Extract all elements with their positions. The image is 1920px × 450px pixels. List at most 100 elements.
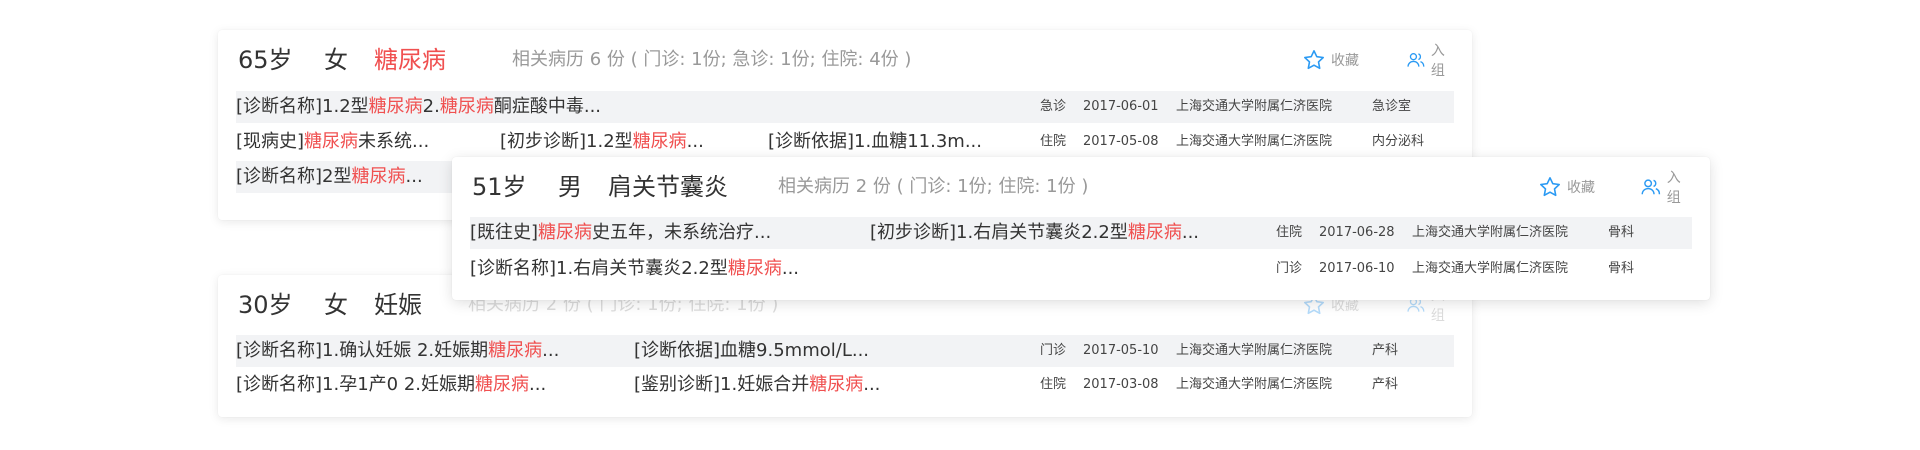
field-text: [诊断名称]1.确认妊娠 2.妊娠期	[236, 340, 489, 361]
field-text: 酮症酸中毒...	[493, 96, 602, 117]
collect-button[interactable]: 收藏	[1302, 46, 1359, 74]
add-to-group-button[interactable]: 入组	[1406, 43, 1454, 79]
record-department: 骨科	[1608, 261, 1635, 276]
record-field: [现病史]糖尿病未系统...	[236, 126, 429, 158]
record-field: [鉴别诊断]1.妊娠合并糖尿病...	[634, 369, 880, 401]
record-hospital: 上海交通大学附属仁济医院	[1176, 343, 1333, 358]
record-field: [诊断名称]2型糖尿病...	[236, 161, 423, 193]
field-text: 史五年，未系统治疗...	[592, 222, 772, 243]
field-text: ...	[863, 374, 881, 395]
record-type: 门诊	[1040, 343, 1067, 358]
record-date: 2017-03-08	[1083, 377, 1159, 392]
record-hospital: 上海交通大学附属仁济医院	[1176, 377, 1333, 392]
highlighted-keyword: 糖尿病	[727, 258, 782, 279]
record-type: 门诊	[1276, 261, 1303, 276]
field-text: [现病史]	[236, 131, 305, 152]
field-text: [诊断名称]1.孕1产0 2.妊娠期	[236, 374, 476, 395]
record-department: 急诊室	[1372, 99, 1412, 114]
group-label: 入组	[1666, 170, 1681, 206]
record-hospital: 上海交通大学附属仁济医院	[1176, 134, 1333, 149]
field-text: ...	[405, 166, 423, 187]
highlighted-keyword: 糖尿病	[475, 374, 530, 395]
highlighted-keyword: 糖尿病	[538, 222, 593, 243]
field-text: [初步诊断]1.右肩关节囊炎2.2型	[870, 222, 1128, 243]
group-label: 入组	[1430, 43, 1445, 79]
highlighted-keyword: 糖尿病	[809, 374, 864, 395]
field-text: ...	[542, 340, 560, 361]
patient-card-2[interactable]: 51岁 男 肩关节囊炎 相关病历 2 份 ( 门诊: 1份; 住院: 1份 ) …	[452, 157, 1710, 300]
field-text: ...	[1181, 222, 1200, 243]
highlighted-keyword: 糖尿病	[439, 96, 494, 117]
field-text: [既往史]	[470, 222, 539, 243]
record-department: 产科	[1372, 343, 1399, 358]
record-row[interactable]: [诊断名称]1.孕1产0 2.妊娠期糖尿病... [鉴别诊断]1.妊娠合并糖尿病…	[236, 369, 1454, 401]
record-field: [诊断名称]1.右肩关节囊炎2.2型糖尿病...	[470, 253, 799, 285]
record-hospital: 上海交通大学附属仁济医院	[1412, 261, 1569, 276]
patient-sex: 女	[324, 291, 348, 319]
add-to-group-button[interactable]: 入组	[1640, 170, 1692, 206]
patient-sex: 男	[558, 173, 582, 201]
highlighted-keyword: 糖尿病	[368, 96, 423, 117]
card-header: 51岁 男 肩关节囊炎 相关病历 2 份 ( 门诊: 1份; 住院: 1份 ) …	[472, 170, 1692, 206]
records-summary: 相关病历 2 份 ( 门诊: 1份; 住院: 1份 )	[778, 176, 1089, 197]
patient-sex: 女	[324, 46, 348, 74]
record-hospital: 上海交通大学附属仁济医院	[1412, 225, 1569, 240]
field-text: [诊断依据]1.血糖11.3m...	[768, 131, 982, 152]
record-field: [初步诊断]1.右肩关节囊炎2.2型糖尿病...	[870, 217, 1199, 249]
card-header: 65岁 女 糖尿病 相关病历 6 份 ( 门诊: 1份; 急诊: 1份; 住院:…	[238, 43, 1454, 79]
record-date: 2017-06-28	[1319, 225, 1395, 240]
highlighted-keyword: 糖尿病	[351, 166, 406, 187]
field-text: [初步诊断]1.2型	[500, 131, 633, 152]
record-field: [初步诊断]1.2型糖尿病...	[500, 126, 704, 158]
record-row[interactable]: [既往史]糖尿病史五年，未系统治疗... [初步诊断]1.右肩关节囊炎2.2型糖…	[470, 217, 1692, 249]
field-text: [诊断名称]1.2型	[236, 96, 369, 117]
field-text: 未系统...	[358, 131, 430, 152]
record-date: 2017-05-08	[1083, 134, 1159, 149]
record-row[interactable]: [现病史]糖尿病未系统... [初步诊断]1.2型糖尿病... [诊断依据]1.…	[236, 126, 1454, 158]
record-type: 住院	[1276, 225, 1303, 240]
highlighted-keyword: 糖尿病	[304, 131, 359, 152]
record-department: 骨科	[1608, 225, 1635, 240]
field-text: ...	[529, 374, 547, 395]
field-text: [诊断名称]1.右肩关节囊炎2.2型	[470, 258, 728, 279]
star-icon	[1304, 50, 1324, 70]
record-row[interactable]: [诊断名称]1.确认妊娠 2.妊娠期糖尿病... [诊断依据]血糖9.5mmol…	[236, 335, 1454, 367]
record-field: [诊断依据]血糖9.5mmol/L...	[634, 335, 869, 367]
record-type: 急诊	[1040, 99, 1067, 114]
field-text: ...	[686, 131, 704, 152]
record-row[interactable]: [诊断名称]1.2型糖尿病2.糖尿病酮症酸中毒... 急诊 2017-06-01…	[236, 91, 1454, 123]
record-hospital: 上海交通大学附属仁济医院	[1176, 99, 1333, 114]
patient-diagnosis: 糖尿病	[374, 46, 446, 74]
records-summary: 相关病历 6 份 ( 门诊: 1份; 急诊: 1份; 住院: 4份 )	[512, 49, 912, 70]
patient-age: 65岁	[238, 46, 293, 74]
highlighted-keyword: 糖尿病	[488, 340, 543, 361]
record-row[interactable]: [诊断名称]1.右肩关节囊炎2.2型糖尿病... 门诊 2017-06-10 上…	[470, 253, 1692, 285]
record-field: [诊断名称]1.2型糖尿病2.糖尿病酮症酸中毒...	[236, 91, 601, 123]
patient-age: 30岁	[238, 291, 293, 319]
collect-label: 收藏	[1567, 180, 1595, 196]
field-text: [诊断名称]2型	[236, 166, 352, 187]
highlighted-keyword: 糖尿病	[1127, 222, 1182, 243]
record-date: 2017-06-01	[1083, 99, 1159, 114]
field-text: ...	[781, 258, 800, 279]
star-icon	[1540, 177, 1560, 197]
collect-button[interactable]: 收藏	[1538, 173, 1595, 201]
highlighted-keyword: 糖尿病	[632, 131, 687, 152]
group-users-icon	[1641, 179, 1661, 195]
record-date: 2017-05-10	[1083, 343, 1159, 358]
patient-diagnosis: 妊娠	[374, 291, 422, 319]
record-department: 产科	[1372, 377, 1399, 392]
field-text: 2.	[422, 96, 440, 117]
record-field: [诊断名称]1.确认妊娠 2.妊娠期糖尿病...	[236, 335, 559, 367]
record-field: [既往史]糖尿病史五年，未系统治疗...	[470, 217, 771, 249]
field-text: [诊断依据]血糖9.5mmol/L...	[634, 340, 870, 361]
field-text: [鉴别诊断]1.妊娠合并	[634, 374, 810, 395]
record-type: 住院	[1040, 377, 1067, 392]
record-department: 内分泌科	[1372, 134, 1425, 149]
record-type: 住院	[1040, 134, 1067, 149]
record-field: [诊断依据]1.血糖11.3m...	[768, 126, 982, 158]
patient-diagnosis: 肩关节囊炎	[608, 173, 728, 201]
record-field: [诊断名称]1.孕1产0 2.妊娠期糖尿病...	[236, 369, 546, 401]
patient-age: 51岁	[472, 173, 527, 201]
record-date: 2017-06-10	[1319, 261, 1395, 276]
